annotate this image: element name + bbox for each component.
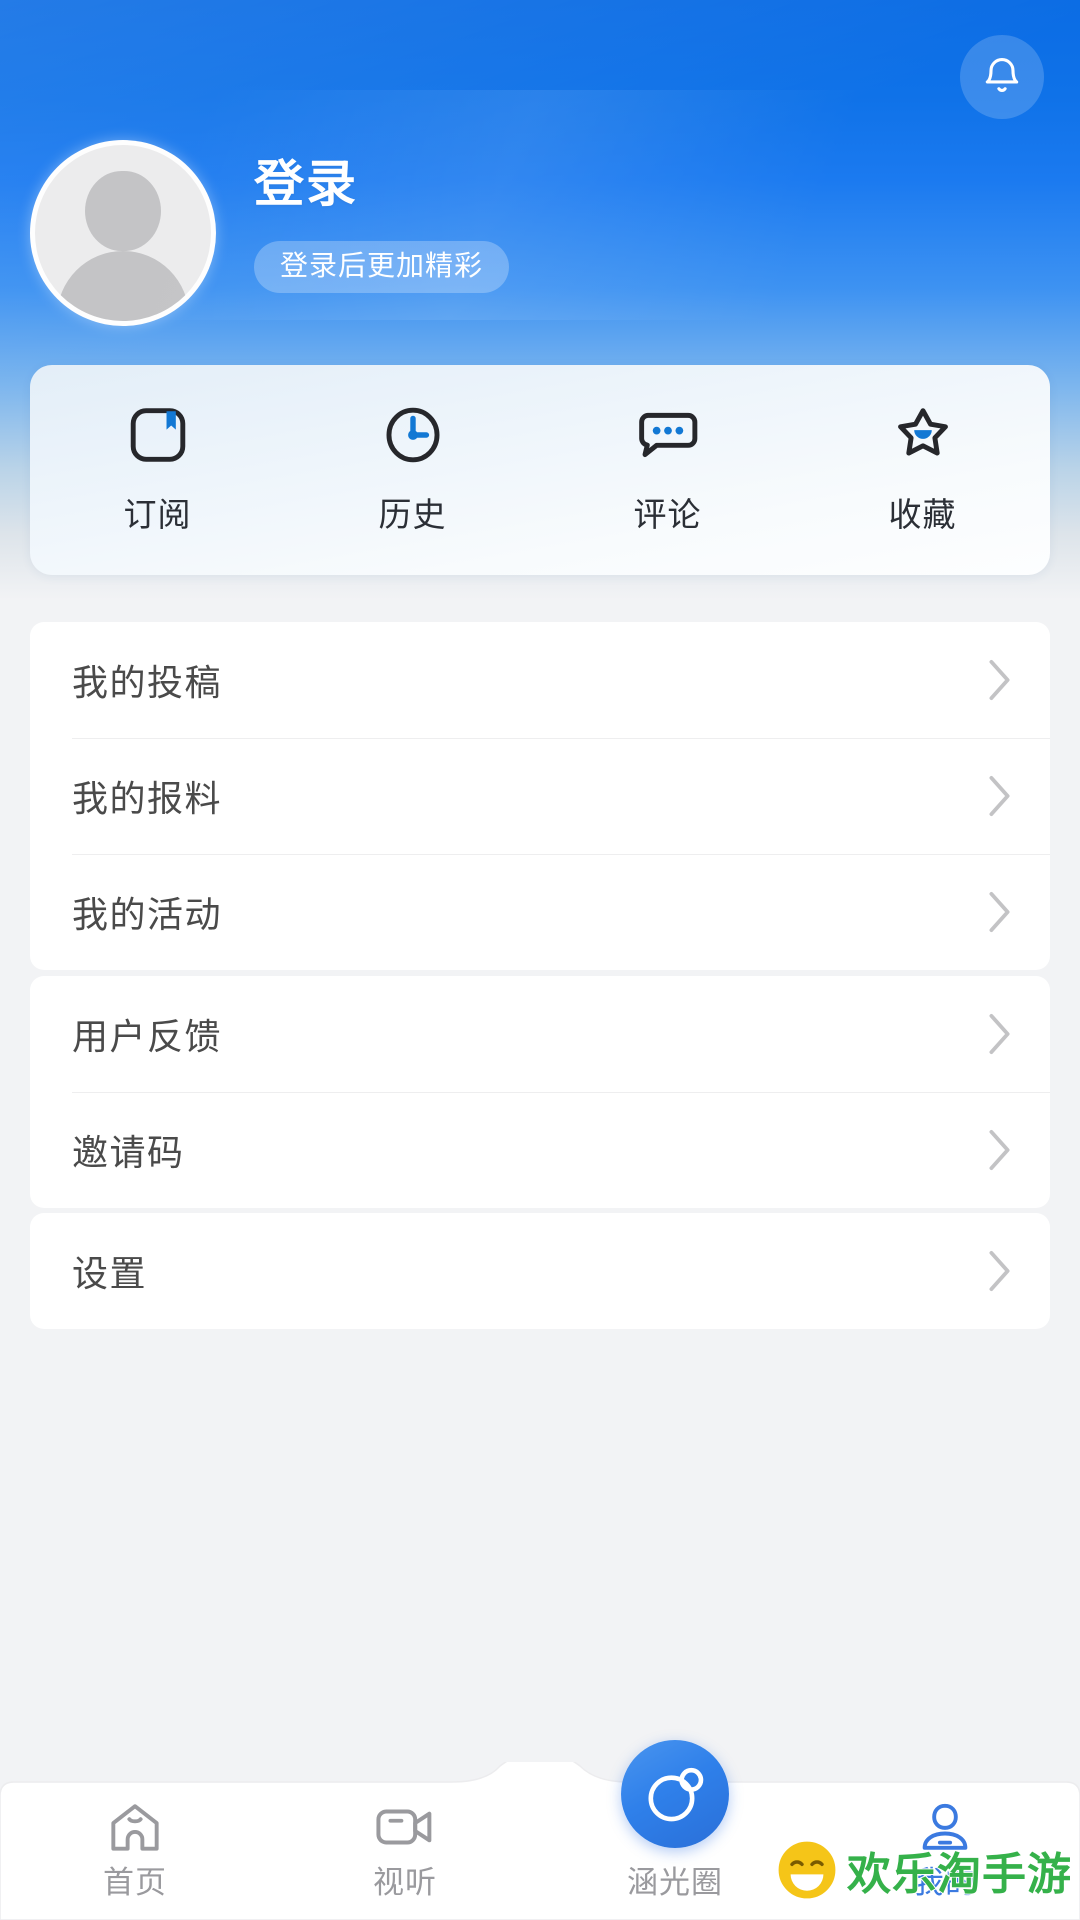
avatar-body-shape: [57, 251, 189, 321]
quick-action-subscribe[interactable]: 订阅: [30, 365, 285, 575]
notification-bell-button[interactable]: [960, 35, 1044, 119]
clock-icon: [382, 404, 444, 466]
chevron-right-icon: [988, 891, 1012, 933]
tab-list: 首页 视听 涵光圈 我的: [0, 1740, 1080, 1920]
menu-group-personal: 我的投稿 我的报料 我的活动: [30, 622, 1050, 970]
quick-action-favorites[interactable]: 收藏: [795, 365, 1050, 575]
menu-item-label: 用户反馈: [72, 1016, 223, 1057]
quick-actions-card: 订阅 历史 评论 收藏: [30, 365, 1050, 575]
tab-label: 我的: [913, 1865, 977, 1900]
menu-item-my-activities[interactable]: 我的活动: [30, 854, 1050, 970]
menu-item-label: 邀请码: [72, 1132, 185, 1173]
menu-item-user-feedback[interactable]: 用户反馈: [30, 976, 1050, 1092]
profile-text-block: 登录 登录后更加精彩: [254, 140, 510, 293]
chevron-right-icon: [988, 1250, 1012, 1292]
tab-label: 首页: [103, 1865, 167, 1900]
menu-item-label: 我的投稿: [72, 662, 223, 703]
tab-audiovisual[interactable]: 视听: [270, 1762, 540, 1920]
chevron-right-icon: [988, 1129, 1012, 1171]
quick-action-history[interactable]: 历史: [285, 365, 540, 575]
comment-bubble-icon: [637, 404, 699, 466]
quick-action-comments[interactable]: 评论: [540, 365, 795, 575]
avatar[interactable]: [30, 140, 216, 326]
login-title[interactable]: 登录: [254, 158, 509, 211]
menu-item-invite-code[interactable]: 邀请码: [30, 1092, 1050, 1208]
home-icon: [104, 1801, 166, 1853]
menu-item-label: 我的活动: [72, 894, 223, 935]
tab-hanguangquan[interactable]: 涵光圈: [540, 1740, 810, 1920]
chevron-right-icon: [988, 775, 1012, 817]
tab-home[interactable]: 首页: [0, 1762, 270, 1920]
menu-item-settings[interactable]: 设置: [30, 1213, 1050, 1329]
app-logo-icon: [642, 1761, 708, 1827]
star-icon: [892, 404, 954, 466]
menu-item-label: 我的报料: [72, 778, 223, 819]
login-badge[interactable]: 登录后更加精彩: [254, 240, 510, 293]
video-camera-icon: [374, 1801, 436, 1853]
tab-label: 视听: [373, 1865, 437, 1900]
app-logo-fab-button[interactable]: [621, 1740, 729, 1848]
quick-action-label: 评论: [633, 496, 702, 533]
chevron-right-icon: [988, 1013, 1012, 1055]
person-icon: [914, 1801, 976, 1853]
menu-group-settings: 设置: [30, 1213, 1050, 1329]
menu-item-my-tipoffs[interactable]: 我的报料: [30, 738, 1050, 854]
quick-action-label: 收藏: [888, 496, 957, 533]
default-avatar-icon: [85, 171, 161, 251]
chevron-right-icon: [988, 659, 1012, 701]
bell-icon: [980, 55, 1024, 99]
profile-block[interactable]: 登录 登录后更加精彩: [30, 140, 510, 326]
bookmark-icon: [127, 404, 189, 466]
menu-item-my-submissions[interactable]: 我的投稿: [30, 622, 1050, 738]
my-profile-screen: 登录 登录后更加精彩 订阅 历史 评论 收藏 我的投稿 我的报料 我的活动 用户…: [0, 0, 1080, 1920]
quick-action-label: 历史: [378, 496, 447, 533]
menu-item-label: 设置: [72, 1253, 148, 1294]
tab-mine[interactable]: 我的: [810, 1762, 1080, 1920]
quick-action-label: 订阅: [123, 496, 192, 533]
tab-label: 涵光圈: [627, 1865, 723, 1900]
bottom-tab-bar: 首页 视听 涵光圈 我的: [0, 1740, 1080, 1920]
menu-group-support: 用户反馈 邀请码: [30, 976, 1050, 1208]
